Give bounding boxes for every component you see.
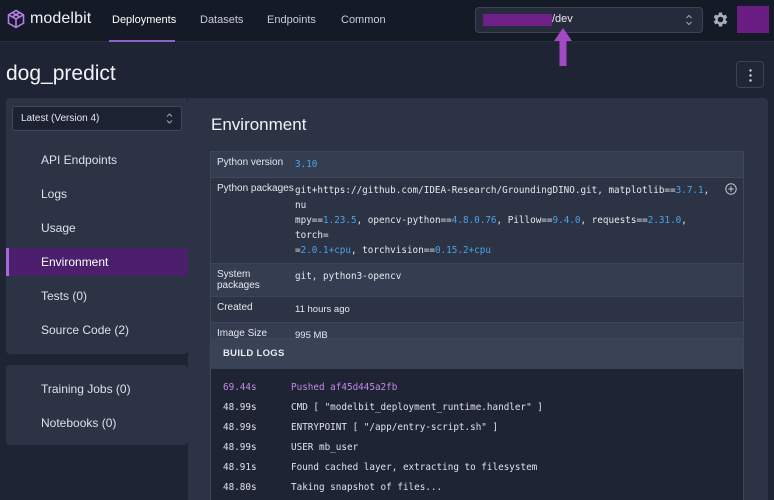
sidebar-nav: Latest (Version 4) API Endpoints Logs Us… bbox=[6, 98, 188, 354]
sidebar-item-usage[interactable]: Usage bbox=[6, 214, 188, 242]
active-tab-underline bbox=[109, 40, 175, 42]
table-row: System packages git, python3-opencv bbox=[211, 264, 743, 297]
log-message: CMD [ "modelbit_deployment_runtime.handl… bbox=[291, 402, 543, 413]
package-text: , requests== bbox=[580, 215, 648, 226]
log-time: 48.99s bbox=[223, 422, 257, 433]
logo[interactable]: modelbit bbox=[6, 9, 91, 29]
sidebar-item-logs[interactable]: Logs bbox=[6, 180, 188, 208]
row-label: System packages bbox=[217, 269, 260, 291]
environment-table: Python version 3.10 Python packages git+… bbox=[210, 151, 744, 349]
log-message: Found cached layer, extracting to filesy… bbox=[291, 462, 538, 473]
version-select-value: Latest (Version 4) bbox=[21, 113, 100, 124]
chevron-updown-icon bbox=[686, 14, 692, 26]
avatar[interactable] bbox=[737, 6, 769, 33]
table-row: Created 11 hours ago bbox=[211, 297, 743, 323]
log-message: Pushed af45d445a2fb bbox=[291, 382, 398, 393]
row-label: Python packages bbox=[217, 183, 294, 194]
more-options-button[interactable] bbox=[736, 61, 764, 88]
sidebar-item-api-endpoints[interactable]: API Endpoints bbox=[6, 146, 188, 174]
plus-circle-icon[interactable] bbox=[725, 183, 737, 195]
log-line: 48.99s CMD [ "modelbit_deployment_runtim… bbox=[211, 402, 743, 416]
redacted-workspace-name bbox=[483, 14, 552, 26]
row-label: Created bbox=[217, 302, 253, 313]
package-version: 2.31.0 bbox=[647, 215, 682, 226]
sidebar-item-tests[interactable]: Tests (0) bbox=[6, 282, 188, 310]
table-row: Python packages git+https://github.com/I… bbox=[211, 178, 743, 264]
python-version-value: 3.10 bbox=[295, 159, 318, 170]
package-version: 4.8.0.76 bbox=[451, 215, 497, 226]
log-time: 48.99s bbox=[223, 402, 257, 413]
sidebar-item-notebooks[interactable]: Notebooks (0) bbox=[6, 409, 188, 437]
build-logs-title: BUILD LOGS bbox=[211, 339, 743, 369]
row-label: Python version bbox=[217, 157, 284, 168]
log-message: USER mb_user bbox=[291, 442, 359, 453]
kebab-icon bbox=[749, 69, 752, 82]
tab-common[interactable]: Common bbox=[341, 0, 386, 42]
section-title: Environment bbox=[211, 115, 307, 134]
sidebar-item-environment[interactable]: Environment bbox=[6, 248, 188, 276]
python-packages-value: git+https://github.com/IDEA-Research/Gro… bbox=[295, 178, 743, 263]
created-value: 11 hours ago bbox=[295, 304, 350, 315]
chevron-updown-icon bbox=[166, 113, 173, 124]
log-time: 48.99s bbox=[223, 442, 257, 453]
log-time: 48.80s bbox=[223, 482, 257, 493]
branch-name: /dev bbox=[552, 13, 573, 25]
package-version: 0.15.2+cpu bbox=[434, 245, 491, 256]
arrow-up-icon bbox=[554, 28, 572, 66]
sidebar-item-training-jobs[interactable]: Training Jobs (0) bbox=[6, 375, 188, 403]
modelbit-logo-icon bbox=[7, 9, 25, 29]
package-version: 3.7.1 bbox=[675, 185, 704, 196]
package-version: 2.0.1+cpu bbox=[300, 245, 351, 256]
package-version: 1.23.5 bbox=[323, 215, 357, 226]
log-line: 69.44s Pushed af45d445a2fb bbox=[211, 382, 743, 396]
system-packages-value: git, python3-opencv bbox=[295, 271, 402, 282]
table-row: Python version 3.10 bbox=[211, 152, 743, 178]
branch-select[interactable]: /dev bbox=[475, 7, 703, 33]
log-message: ENTRYPOINT [ "/app/entry-script.sh" ] bbox=[291, 422, 499, 433]
log-line: 48.99s ENTRYPOINT [ "/app/entry-script.s… bbox=[211, 422, 743, 436]
page-title: dog_predict bbox=[6, 62, 116, 85]
version-select[interactable]: Latest (Version 4) bbox=[12, 106, 182, 131]
log-line: 48.80s Taking snapshot of files... bbox=[211, 482, 743, 496]
gear-icon[interactable] bbox=[711, 10, 730, 29]
package-text: , Pillow== bbox=[496, 215, 553, 226]
top-nav-bar: modelbit Deployments Datasets Endpoints … bbox=[0, 0, 774, 42]
log-message: Taking snapshot of files... bbox=[291, 482, 443, 493]
tab-datasets[interactable]: Datasets bbox=[200, 0, 243, 42]
main-content: Environment Python version 3.10 Python p… bbox=[188, 98, 768, 500]
log-time: 69.44s bbox=[223, 382, 257, 393]
package-text: mpy== bbox=[295, 215, 323, 226]
sidebar-secondary-nav: Training Jobs (0) Notebooks (0) bbox=[6, 365, 188, 445]
package-text: , opencv-python== bbox=[356, 215, 452, 226]
log-line: 48.99s USER mb_user bbox=[211, 442, 743, 456]
package-version: 9.4.0 bbox=[552, 215, 581, 226]
log-line: 48.91s Found cached layer, extracting to… bbox=[211, 462, 743, 476]
sidebar-item-source-code[interactable]: Source Code (2) bbox=[6, 316, 188, 344]
package-text: , torchvision== bbox=[350, 245, 435, 256]
build-logs-panel[interactable]: BUILD LOGS 69.44s Pushed af45d445a2fb 48… bbox=[210, 338, 744, 500]
logo-text: modelbit bbox=[30, 10, 92, 27]
tab-deployments[interactable]: Deployments bbox=[112, 0, 176, 42]
package-text: git+https://github.com/IDEA-Research/Gro… bbox=[295, 185, 676, 196]
tab-endpoints[interactable]: Endpoints bbox=[267, 0, 316, 42]
log-time: 48.91s bbox=[223, 462, 257, 473]
